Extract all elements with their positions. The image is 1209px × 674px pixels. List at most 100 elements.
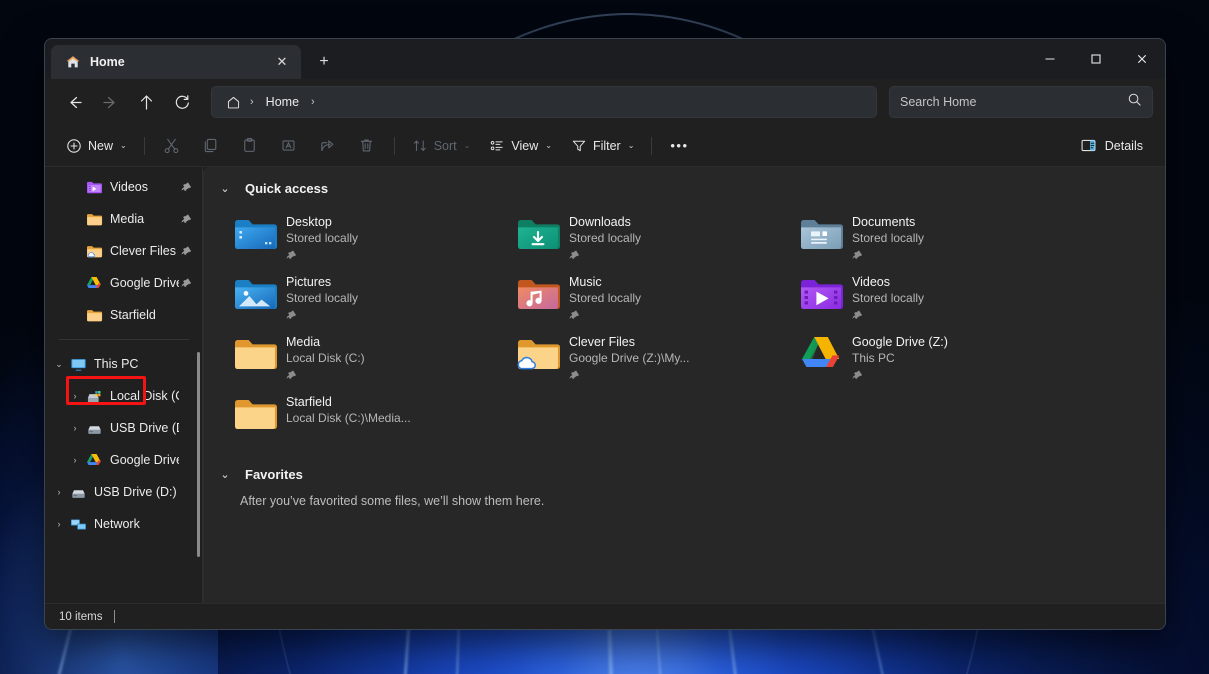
search-input[interactable] (900, 95, 1127, 109)
sidebar-item-starfield[interactable]: › Starfield (49, 299, 199, 331)
chevron-right-icon[interactable]: › (49, 487, 69, 497)
item-name: Pictures (286, 274, 358, 290)
music-folder-icon (515, 271, 561, 317)
view-button[interactable]: View ⌄ (480, 131, 561, 161)
sidebar-item-usb-drive-d-1[interactable]: › USB Drive (D:) (49, 412, 199, 444)
details-button-label: Details (1105, 139, 1143, 153)
file-explorer-window: Home ✕ + (44, 38, 1166, 630)
quick-access-item-text: Downloads Stored locally (569, 211, 641, 266)
folder-icon (232, 331, 278, 377)
close-window-button[interactable] (1119, 39, 1165, 79)
item-count-label: 10 items (59, 611, 102, 623)
item-subtitle: Stored locally (569, 230, 641, 246)
sidebar-item-google-drive[interactable]: › Google Drive (49, 267, 199, 299)
chevron-right-icon[interactable]: › (49, 519, 69, 529)
sidebar-item-label: Google Drive ( (110, 453, 179, 467)
cloud-folder-icon (85, 243, 103, 259)
chevron-right-icon: › (65, 182, 85, 192)
sidebar-item-label: Starfield (110, 308, 179, 322)
quick-access-item-text: Media Local Disk (C:) (286, 331, 365, 386)
chevron-down-icon[interactable]: ⌄ (218, 182, 232, 195)
address-bar[interactable]: › Home › (211, 86, 877, 118)
chevron-right-icon[interactable]: › (65, 455, 85, 465)
item-subtitle: Stored locally (852, 230, 924, 246)
sidebar-item-label: Local Disk (C:) (110, 389, 179, 403)
details-pane-button[interactable]: Details (1070, 131, 1153, 161)
pin-icon (179, 246, 193, 257)
new-button[interactable]: New ⌄ (57, 131, 136, 161)
quick-access-item-clever-files[interactable]: Clever Files Google Drive (Z:)\My... (515, 325, 798, 385)
quick-access-item-desktop[interactable]: Desktop Stored locally (232, 205, 515, 265)
close-tab-button[interactable]: ✕ (269, 50, 295, 74)
refresh-button[interactable] (165, 86, 199, 118)
pin-icon (852, 248, 924, 266)
toolbar-divider (144, 137, 145, 155)
item-subtitle: Google Drive (Z:)\My... (569, 350, 689, 366)
quick-access-item-google-drive-z[interactable]: Google Drive (Z:) This PC (798, 325, 1081, 385)
item-subtitle: Stored locally (286, 290, 358, 306)
quick-access-item-downloads[interactable]: Downloads Stored locally (515, 205, 798, 265)
breadcrumb-separator: › (247, 96, 257, 108)
maximize-button[interactable] (1073, 39, 1119, 79)
this-pc-icon (69, 356, 87, 372)
quick-access-item-videos[interactable]: Videos Stored locally (798, 265, 1081, 325)
filter-button[interactable]: Filter ⌄ (562, 131, 643, 161)
tab-home[interactable]: Home ✕ (51, 45, 301, 79)
up-button[interactable] (129, 86, 163, 118)
sidebar-item-local-disk-c[interactable]: › Local Disk (C:) (49, 380, 199, 412)
sidebar-item-label: Media (110, 212, 179, 226)
item-name: Google Drive (Z:) (852, 334, 948, 350)
sidebar-divider (59, 339, 189, 340)
new-tab-button[interactable]: + (309, 47, 339, 77)
toolbar-divider (651, 137, 652, 155)
favorites-header[interactable]: ⌄ Favorites (204, 445, 1165, 482)
item-name: Desktop (286, 214, 358, 230)
toolbar-divider (394, 137, 395, 155)
quick-access-item-starfield[interactable]: Starfield Local Disk (C:)\Media... (232, 385, 515, 445)
pin-icon (179, 214, 193, 225)
sidebar-item-clever-files[interactable]: › Clever Files (49, 235, 199, 267)
delete-button (348, 131, 386, 161)
usb-drive-icon (85, 420, 103, 436)
sidebar-item-this-pc[interactable]: ⌄ This PC (49, 348, 199, 380)
status-bar: 10 items (45, 603, 1165, 629)
sidebar-item-media[interactable]: › Media (49, 203, 199, 235)
quick-access-item-pictures[interactable]: Pictures Stored locally (232, 265, 515, 325)
quick-access-item-text: Music Stored locally (569, 271, 641, 326)
pin-icon (852, 368, 948, 386)
item-subtitle: Stored locally (852, 290, 924, 306)
quick-access-item-text: Starfield Local Disk (C:)\Media... (286, 391, 411, 428)
breadcrumb-separator[interactable]: › (308, 96, 318, 108)
sidebar-item-network[interactable]: › Network (49, 508, 199, 540)
quick-access-item-music[interactable]: Music Stored locally (515, 265, 798, 325)
sidebar-item-label: Google Drive (110, 276, 179, 290)
minimize-button[interactable] (1027, 39, 1073, 79)
search-icon[interactable] (1127, 92, 1142, 112)
sidebar-scrollbar[interactable] (197, 352, 200, 557)
quick-access-header[interactable]: ⌄ Quick access (204, 167, 1165, 196)
pin-icon (179, 182, 193, 193)
usb-drive-icon (69, 484, 87, 500)
breadcrumb-item-home[interactable]: Home (259, 92, 306, 112)
chevron-right-icon[interactable]: › (65, 391, 85, 401)
forward-button (93, 86, 127, 118)
sidebar-item-google-drive-z[interactable]: › Google Drive ( (49, 444, 199, 476)
videos-folder-icon (85, 179, 103, 195)
back-button[interactable] (57, 86, 91, 118)
chevron-right-icon[interactable]: › (65, 423, 85, 433)
chevron-down-icon[interactable]: ⌄ (218, 468, 232, 481)
chevron-down-icon: ⌄ (628, 141, 635, 150)
search-box[interactable] (889, 86, 1153, 118)
quick-access-item-documents[interactable]: Documents Stored locally (798, 205, 1081, 265)
quick-access-item-text: Clever Files Google Drive (Z:)\My... (569, 331, 689, 386)
sidebar-item-videos[interactable]: › Videos (49, 171, 199, 203)
home-outline-icon[interactable] (222, 95, 245, 110)
status-divider (114, 610, 115, 623)
item-name: Documents (852, 214, 924, 230)
more-options-button[interactable]: ••• (660, 131, 698, 161)
chevron-down-icon[interactable]: ⌄ (49, 359, 69, 370)
item-subtitle: Local Disk (C:) (286, 350, 365, 366)
sidebar-item-label: Network (94, 517, 179, 531)
sidebar-item-usb-drive-d-2[interactable]: › USB Drive (D:) (49, 476, 199, 508)
quick-access-item-media[interactable]: Media Local Disk (C:) (232, 325, 515, 385)
